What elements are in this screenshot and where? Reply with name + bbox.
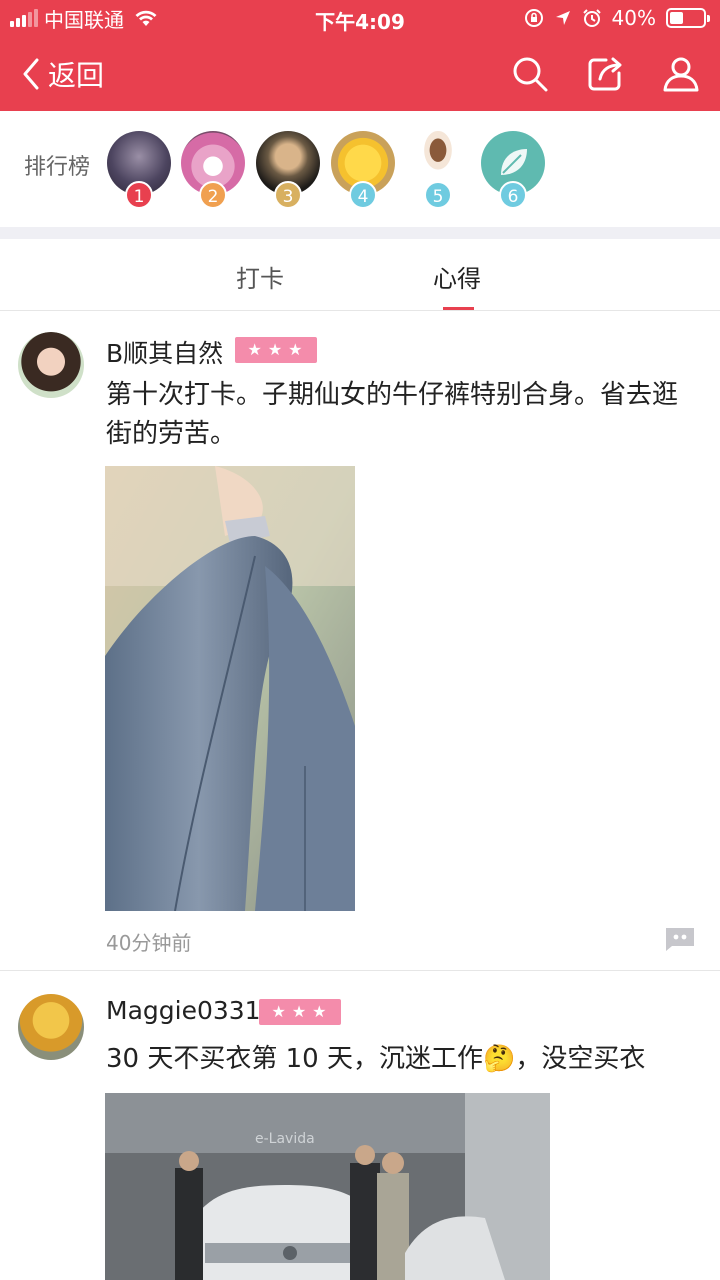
rank-badge: 6	[499, 181, 527, 209]
ranking-item[interactable]: 6	[481, 131, 545, 211]
leaf-icon	[501, 149, 527, 175]
search-icon[interactable]	[511, 55, 549, 93]
star-level-badge: ★★★	[235, 337, 317, 363]
star-level-badge: ★★★	[259, 999, 341, 1025]
ranking-item[interactable]: 1	[107, 131, 171, 211]
post-time: 40分钟前	[106, 931, 192, 955]
post-author[interactable]: B顺其自然	[106, 334, 223, 370]
status-right: 40%	[524, 6, 710, 30]
ranking-item[interactable]: 5	[406, 131, 470, 211]
alarm-icon	[582, 9, 601, 27]
comment-icon[interactable]	[664, 926, 696, 952]
tab-checkin[interactable]: 打卡	[236, 259, 284, 294]
ranking-row: 排行榜 1 2 3 4 5 6	[0, 111, 720, 227]
post-author[interactable]: Maggie0331	[106, 996, 261, 1025]
tab-experience[interactable]: 心得	[433, 259, 481, 294]
image-caption: e-Lavida	[255, 1131, 315, 1147]
orientation-lock-icon	[524, 9, 543, 27]
ranking-title: 排行榜	[24, 155, 91, 180]
share-icon[interactable]	[586, 55, 624, 93]
ranking-item[interactable]: 3	[256, 131, 320, 211]
back-button[interactable]: 返回	[22, 54, 104, 94]
battery-icon	[666, 8, 710, 28]
ranking-item[interactable]: 4	[331, 131, 395, 211]
app-header: 中国联通 下午4:09 40% 返回	[0, 0, 720, 111]
chevron-left-icon	[23, 58, 39, 90]
avatar[interactable]	[18, 994, 84, 1060]
battery-percent: 40%	[611, 6, 656, 30]
tab-bar: 打卡 心得	[0, 239, 720, 311]
user-icon[interactable]	[662, 55, 700, 93]
tab-active-indicator	[443, 307, 474, 310]
post-image[interactable]: e-Lavida	[105, 1093, 550, 1280]
avatar[interactable]	[18, 332, 84, 398]
nav-bar: 返回	[0, 38, 720, 111]
ranking-item[interactable]: 2	[181, 131, 245, 211]
post-divider	[0, 970, 720, 971]
post-image[interactable]	[105, 466, 355, 911]
rank-badge: 1	[125, 181, 153, 209]
location-icon	[555, 11, 570, 25]
rank-badge: 2	[199, 181, 227, 209]
rank-badge: 3	[274, 181, 302, 209]
post-text: 30 天不买衣第 10 天，沉迷工作🤔，没空买衣	[106, 1044, 646, 1074]
status-bar: 中国联通 下午4:09 40%	[0, 0, 720, 38]
rank-badge: 5	[424, 181, 452, 209]
post-card: Maggie0331 ★★★ 30 天不买衣第 10 天，沉迷工作🤔，没空买衣 …	[0, 972, 720, 1280]
photo-jeans	[105, 466, 355, 911]
rank-badge: 4	[349, 181, 377, 209]
post-card: B顺其自然 ★★★ 第十次打卡。子期仙女的牛仔裤特别合身。省去逛街的劳苦。 40…	[0, 312, 720, 972]
photo-car-event: e-Lavida	[105, 1093, 550, 1280]
section-separator	[0, 227, 720, 239]
back-label: 返回	[48, 59, 105, 92]
post-text: 第十次打卡。子期仙女的牛仔裤特别合身。省去逛街的劳苦。	[106, 380, 679, 449]
